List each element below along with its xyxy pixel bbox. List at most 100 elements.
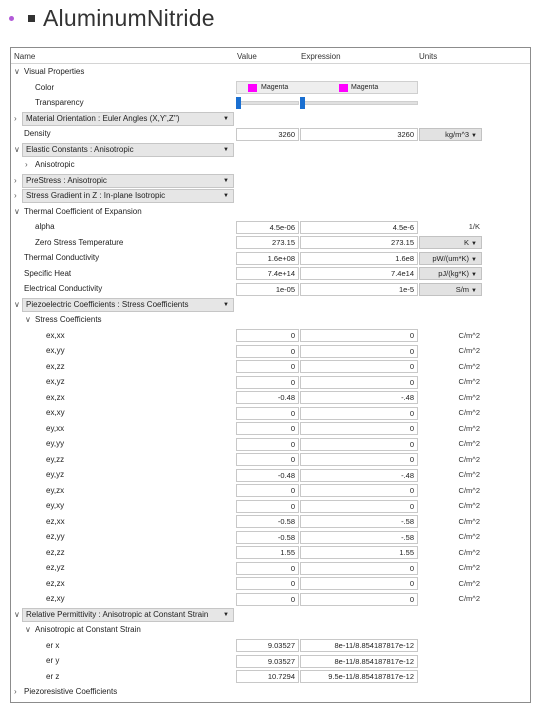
elastic-constants-dropdown[interactable]: Elastic Constants : Anisotropic ▼ — [22, 142, 234, 157]
coefficient-value[interactable]: 0 — [236, 406, 299, 420]
transparency-expr-slider[interactable] — [300, 101, 418, 105]
chevron-right-icon[interactable]: › — [25, 157, 28, 173]
coefficient-value[interactable]: 0 — [236, 592, 299, 606]
alpha-value[interactable]: 4.5e-06 — [236, 220, 299, 234]
coefficient-expression[interactable]: 0 — [300, 422, 418, 435]
elastic-constants-row[interactable]: ∨ Elastic Constants : Anisotropic ▼ — [11, 142, 530, 158]
column-units[interactable]: Units — [419, 52, 437, 61]
coefficient-value[interactable]: 9.03527 — [236, 654, 299, 668]
transparency-value-handle[interactable] — [236, 97, 241, 109]
specific-heat-expression[interactable]: 7.4e14 — [300, 267, 418, 280]
density-unit-dropdown[interactable]: kg/m^3 ▼ — [419, 127, 482, 141]
prestress-dropdown[interactable]: PreStress : Anisotropic ▼ — [22, 173, 234, 188]
chevron-down-icon[interactable]: ∨ — [14, 607, 20, 623]
table-row: er x 9.03527 8e-11/8.854187817e-12 — [11, 638, 530, 654]
chevron-down-icon[interactable]: ∨ — [14, 204, 20, 220]
coefficient-expression[interactable]: 1.55 — [300, 546, 418, 559]
column-expression[interactable]: Expression — [301, 52, 341, 61]
coefficient-expression[interactable]: -.48 — [300, 391, 418, 404]
coefficient-expression[interactable]: 0 — [300, 561, 418, 575]
relative-permittivity-dropdown[interactable]: Relative Permittivity : Anisotropic at C… — [22, 607, 234, 622]
chevron-right-icon[interactable]: › — [14, 173, 17, 189]
visual-properties-row[interactable]: ∨ Visual Properties — [11, 64, 530, 80]
coefficient-value[interactable]: 0 — [236, 577, 299, 590]
coefficient-expression[interactable]: 0 — [300, 375, 418, 389]
material-orientation-row[interactable]: › Material Orientation : Euler Angles (X… — [11, 111, 530, 127]
coefficient-expression[interactable]: -.58 — [300, 530, 418, 544]
coefficient-value[interactable]: -0.48 — [236, 468, 299, 482]
anisotropic-row[interactable]: › Anisotropic — [11, 157, 530, 173]
coefficient-value[interactable]: -0.48 — [236, 391, 299, 404]
column-name[interactable]: Name — [14, 52, 35, 61]
coefficient-value[interactable]: -0.58 — [236, 515, 299, 528]
coefficient-expression[interactable]: 0 — [300, 360, 418, 373]
coefficient-value[interactable]: 0 — [236, 437, 299, 451]
prestress-row[interactable]: › PreStress : Anisotropic ▼ — [11, 173, 530, 189]
chevron-right-icon[interactable]: › — [14, 111, 17, 127]
density-expression[interactable]: 3260 — [300, 127, 418, 141]
chevron-down-icon[interactable]: ∨ — [25, 312, 31, 328]
chevron-down-icon[interactable]: ∨ — [25, 622, 31, 638]
stress-gradient-row[interactable]: › Stress Gradient in Z : In-plane Isotro… — [11, 188, 530, 204]
thermal-conductivity-unit-dropdown[interactable]: pW/(um*K) ▼ — [419, 251, 482, 265]
coefficient-expression[interactable]: 8e-11/8.854187817e-12 — [300, 654, 418, 668]
thermal-coefficient-row[interactable]: ∨ Thermal Coefficient of Expansion — [11, 204, 530, 220]
coefficient-value[interactable]: 9.03527 — [236, 639, 299, 652]
coefficient-expression[interactable]: 8e-11/8.854187817e-12 — [300, 639, 418, 652]
coefficient-expression[interactable]: 0 — [300, 453, 418, 466]
coefficient-value[interactable]: 0 — [236, 344, 299, 358]
coefficient-expression[interactable]: 0 — [300, 499, 418, 513]
chevron-right-icon[interactable]: › — [14, 188, 17, 204]
alpha-expression[interactable]: 4.5e-6 — [300, 220, 418, 234]
specific-heat-unit-dropdown[interactable]: pJ/(kg*K) ▼ — [419, 267, 482, 280]
zero-stress-temp-expression[interactable]: 273.15 — [300, 236, 418, 249]
column-value[interactable]: Value — [237, 52, 257, 61]
chevron-down-icon[interactable]: ∨ — [14, 142, 20, 158]
coefficient-expression[interactable]: 0 — [300, 484, 418, 497]
chevron-right-icon[interactable]: › — [14, 684, 17, 700]
coefficient-expression[interactable]: 0 — [300, 437, 418, 451]
electrical-conductivity-unit-dropdown[interactable]: S/m ▼ — [419, 282, 482, 296]
coefficient-expression[interactable]: 0 — [300, 592, 418, 606]
density-value[interactable]: 3260 — [236, 127, 299, 141]
chevron-down-icon[interactable]: ∨ — [14, 297, 20, 313]
zero-stress-temp-value[interactable]: 273.15 — [236, 236, 299, 249]
thermal-conductivity-expression[interactable]: 1.6e8 — [300, 251, 418, 265]
electrical-conductivity-expression[interactable]: 1e-5 — [300, 282, 418, 296]
coefficient-value[interactable]: 0 — [236, 453, 299, 466]
piezoresistive-row[interactable]: › Piezoresistive Coefficients — [11, 684, 530, 700]
transparency-expr-handle[interactable] — [300, 97, 305, 109]
specific-heat-value[interactable]: 7.4e+14 — [236, 267, 299, 280]
coefficient-value[interactable]: 1.55 — [236, 546, 299, 559]
coefficient-expression[interactable]: 0 — [300, 329, 418, 342]
coefficient-expression[interactable]: -.48 — [300, 468, 418, 482]
color-picker[interactable]: Magenta Magenta — [236, 81, 418, 94]
thermal-conductivity-value[interactable]: 1.6e+08 — [236, 251, 299, 265]
coefficient-value[interactable]: 10.7294 — [236, 670, 299, 683]
material-orientation-dropdown[interactable]: Material Orientation : Euler Angles (X,Y… — [22, 111, 234, 126]
anisotropic-constant-strain-row[interactable]: ∨ Anisotropic at Constant Strain — [11, 622, 530, 638]
piezoelectric-row[interactable]: ∨ Piezoelectric Coefficients : Stress Co… — [11, 297, 530, 313]
coefficient-value[interactable]: -0.58 — [236, 530, 299, 544]
coefficient-expression[interactable]: 0 — [300, 406, 418, 420]
stress-gradient-dropdown[interactable]: Stress Gradient in Z : In-plane Isotropi… — [22, 189, 234, 203]
chevron-down-icon[interactable]: ∨ — [14, 64, 20, 80]
relative-permittivity-row[interactable]: ∨ Relative Permittivity : Anisotropic at… — [11, 607, 530, 623]
coefficient-value[interactable]: 0 — [236, 422, 299, 435]
stress-coefficients-row[interactable]: ∨ Stress Coefficients — [11, 312, 530, 328]
coefficient-expression[interactable]: 0 — [300, 577, 418, 590]
coefficient-expression[interactable]: -.58 — [300, 515, 418, 528]
electrical-conductivity-value[interactable]: 1e-05 — [236, 282, 299, 296]
coefficient-expression[interactable]: 0 — [300, 344, 418, 358]
coefficient-value[interactable]: 0 — [236, 561, 299, 575]
coefficient-value[interactable]: 0 — [236, 360, 299, 373]
coefficient-expression[interactable]: 9.5e-11/8.854187817e-12 — [300, 670, 418, 683]
coefficient-value[interactable]: 0 — [236, 484, 299, 497]
piezoelectric-dropdown[interactable]: Piezoelectric Coefficients : Stress Coef… — [22, 297, 234, 312]
coefficient-value[interactable]: 0 — [236, 499, 299, 513]
transparency-value-slider[interactable] — [236, 101, 299, 105]
dropdown-arrow-icon: ▼ — [223, 177, 229, 184]
coefficient-value[interactable]: 0 — [236, 375, 299, 389]
coefficient-value[interactable]: 0 — [236, 329, 299, 342]
zero-stress-temp-unit-dropdown[interactable]: K ▼ — [419, 236, 482, 249]
